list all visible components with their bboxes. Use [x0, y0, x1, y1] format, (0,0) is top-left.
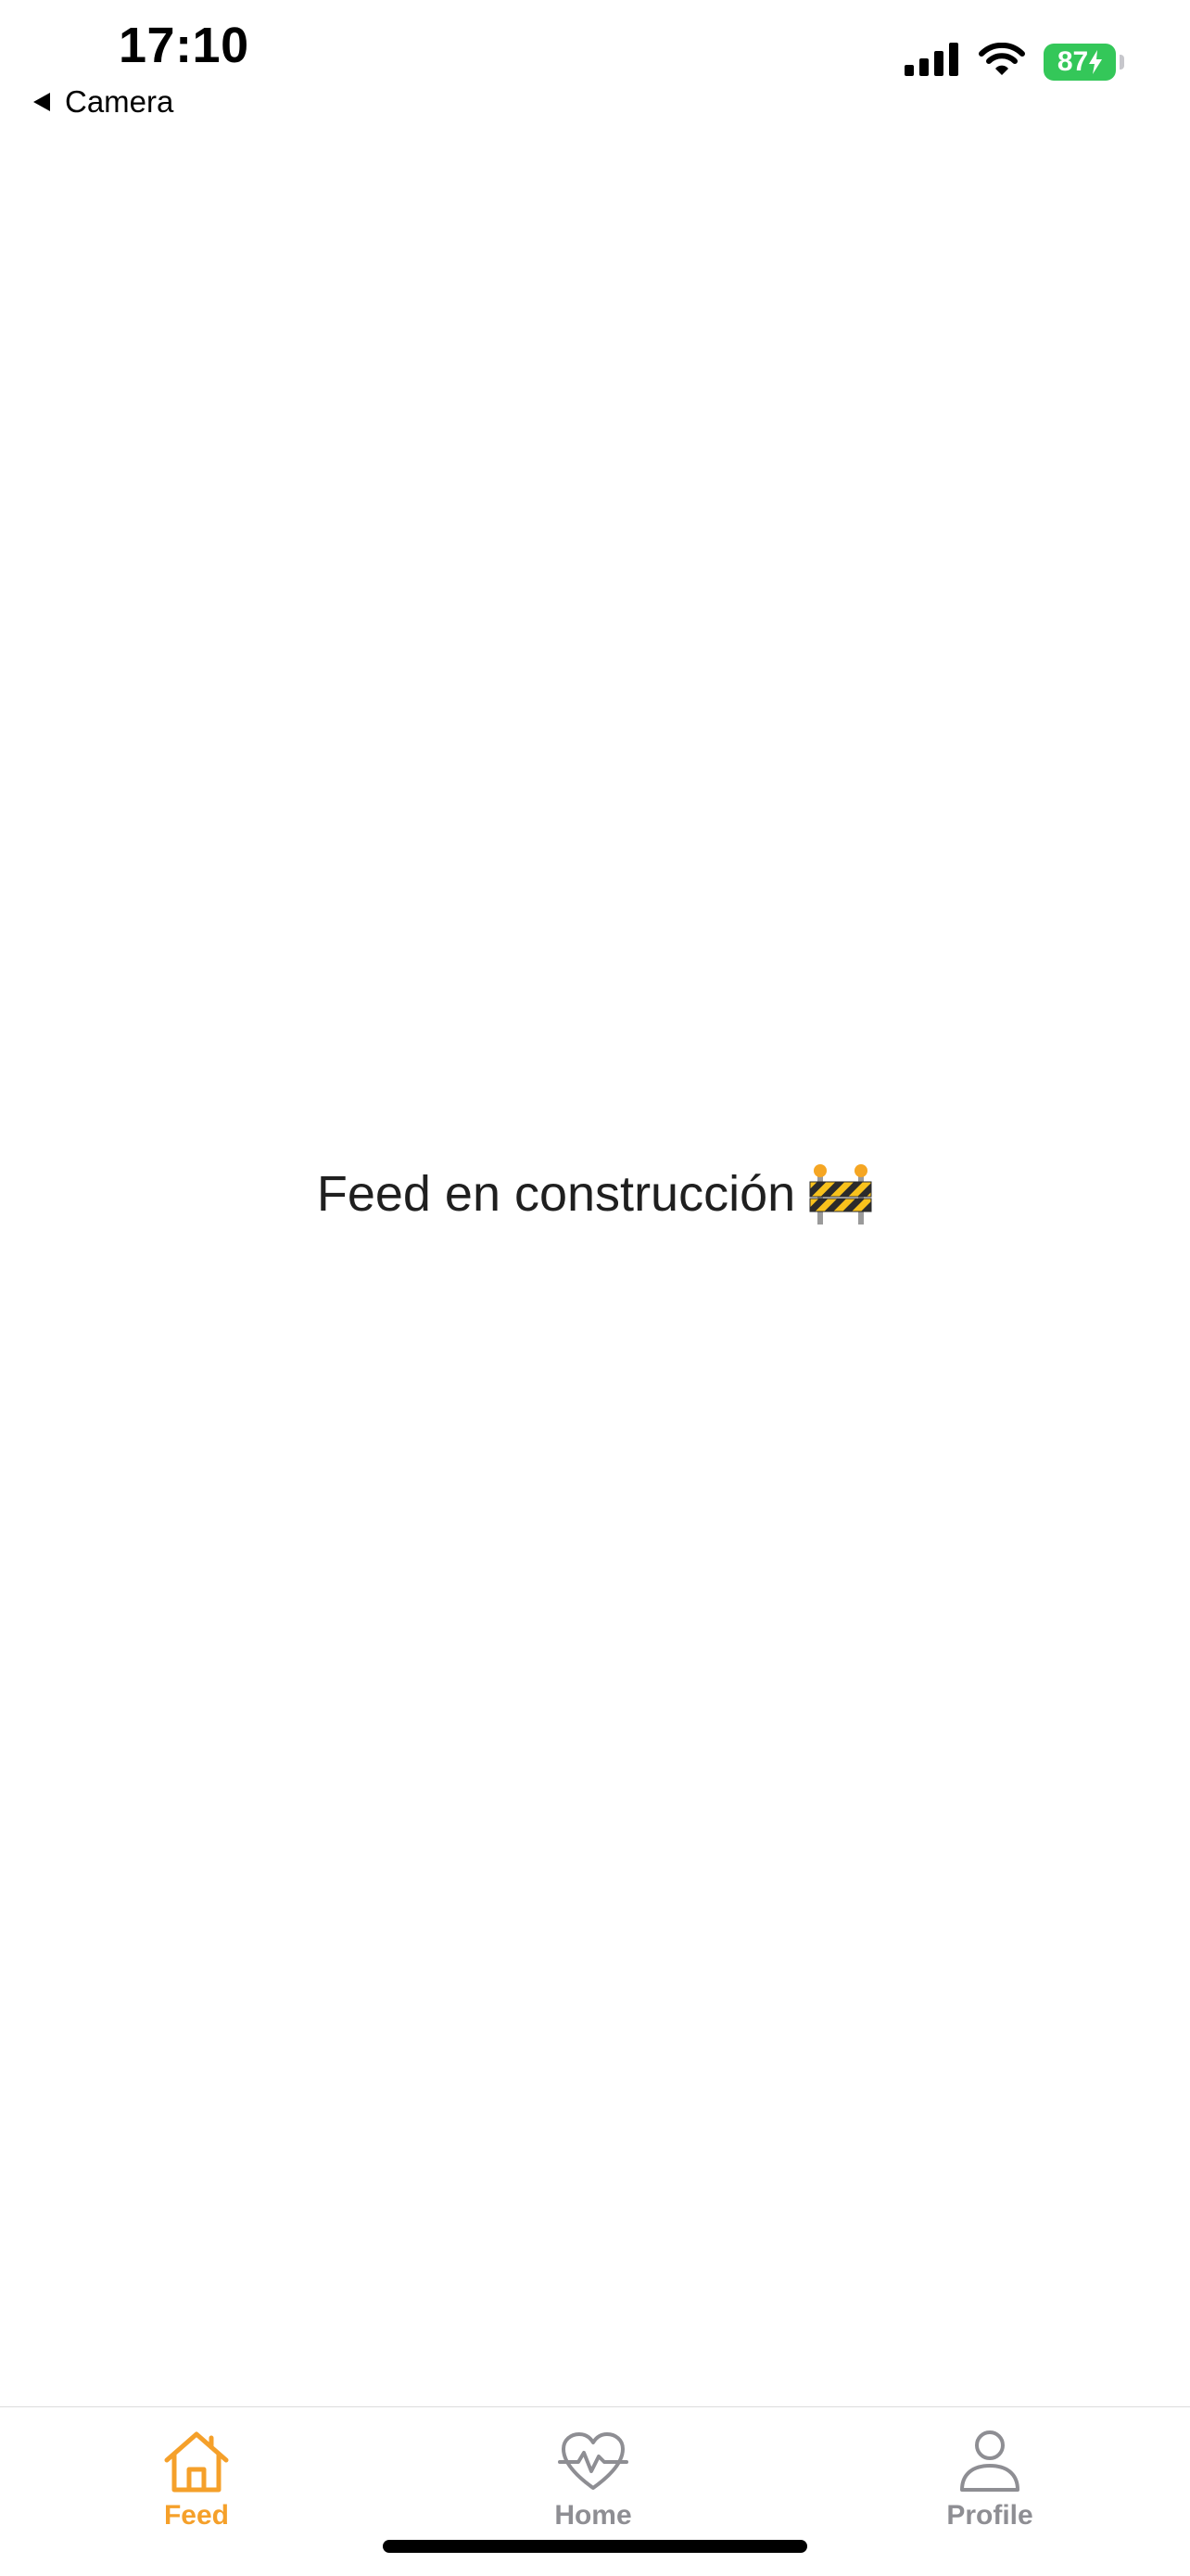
heart-pulse-icon: [558, 2426, 628, 2496]
tab-feed[interactable]: Feed: [104, 2426, 289, 2537]
wifi-icon: [979, 42, 1025, 81]
tab-home[interactable]: Home: [500, 2426, 686, 2537]
tab-profile[interactable]: Profile: [897, 2426, 1082, 2537]
tab-label: Feed: [163, 2500, 230, 2531]
under-construction-message: Feed en construcción: [0, 1163, 1190, 1225]
status-bar: 17:10 Camera 87: [0, 0, 1190, 139]
back-label: Camera: [65, 84, 174, 119]
tab-label: Home: [554, 2500, 632, 2531]
battery-icon: 87: [1044, 43, 1124, 81]
message-text: Feed en construcción: [316, 1166, 796, 1222]
status-icons: 87: [905, 42, 1124, 81]
back-to-camera-button[interactable]: Camera: [33, 82, 173, 122]
tab-label: Profile: [946, 2500, 1033, 2531]
back-arrow-icon: [33, 93, 50, 111]
charging-bolt-icon: [1089, 49, 1103, 74]
person-icon: [957, 2426, 1022, 2496]
feed-screen: Feed en construcción: [0, 139, 1190, 2406]
battery-level: 87: [1057, 45, 1089, 77]
cellular-signal-icon: [905, 43, 960, 81]
house-icon: [161, 2426, 232, 2496]
construction-icon: [808, 1163, 873, 1225]
status-time: 17:10: [119, 18, 249, 73]
home-indicator[interactable]: [383, 2540, 807, 2553]
